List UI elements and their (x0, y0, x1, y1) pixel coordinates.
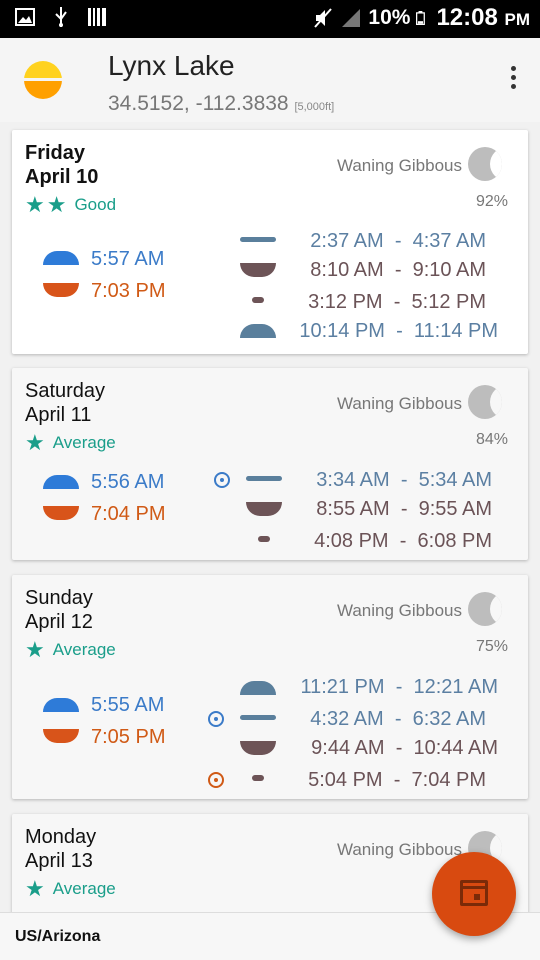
clock-time: 12:08 (436, 4, 498, 31)
app-bar: Lynx Lake 34.5152, -112.3838 [5,000ft] (0, 38, 540, 122)
star-icon: ★ (25, 637, 47, 662)
signal-icon (342, 9, 361, 27)
rating-label: Average (52, 879, 116, 898)
clock: 12:08 PM (436, 4, 530, 32)
major-period-icon (240, 715, 276, 720)
event-time: 4:08 PM - 6:08 PM (314, 530, 492, 552)
coords-text: 34.5152, -112.3838 (108, 92, 289, 115)
sunrise-time: 5:56 AM (91, 471, 165, 493)
timezone-label: US/Arizona (15, 928, 101, 945)
sunset-icon (43, 283, 79, 297)
event-time: 3:12 PM - 5:12 PM (308, 291, 486, 313)
rating: ★★ Good (25, 192, 116, 218)
clock-ampm: PM (504, 10, 531, 29)
sun-logo-icon (24, 61, 62, 99)
sunset-icon (43, 729, 79, 743)
moonset-icon (240, 741, 276, 755)
minor-period-icon (252, 297, 264, 303)
moon-phase-label: Waning Gibbous (336, 156, 462, 175)
solunar-icon (208, 711, 224, 727)
rating: ★ Average (25, 430, 116, 456)
minor-period-icon (252, 775, 264, 781)
star-icon: ★ (25, 876, 47, 901)
moon-illumination: 84% (475, 431, 508, 448)
day-date: April 13 (25, 850, 93, 872)
overflow-menu-icon[interactable] (508, 66, 518, 94)
event-time: 3:34 AM - 5:34 AM (316, 469, 492, 491)
moon-phase-icon (468, 385, 502, 419)
rating-label: Average (52, 640, 116, 659)
major-period-icon (246, 476, 282, 481)
day-name: Monday (25, 826, 97, 848)
image-icon (15, 8, 35, 26)
day-date: April 10 (25, 166, 99, 188)
day-heading: Monday April 13 (25, 825, 96, 873)
minor-period-icon (258, 536, 270, 542)
status-left-icons (14, 6, 108, 28)
sunrise-time: 5:57 AM (91, 248, 165, 270)
moonrise-icon (240, 681, 276, 695)
calendar-button[interactable] (432, 852, 516, 936)
location-coords: 34.5152, -112.3838 [5,000ft] (108, 92, 334, 116)
moon-illumination: 92% (475, 193, 508, 210)
rating: ★ Average (25, 637, 116, 663)
location-title: Lynx Lake (108, 50, 235, 81)
calendar-icon (460, 880, 488, 906)
major-period-icon (240, 237, 276, 242)
event-time: 5:04 PM - 7:04 PM (308, 769, 486, 791)
moon-phase-icon (468, 147, 502, 181)
sunrise-icon (43, 251, 79, 265)
day-heading: Sunday April 12 (25, 586, 93, 634)
day-name: Friday (25, 142, 86, 164)
solunar-icon (214, 472, 230, 488)
sunrise-icon (43, 475, 79, 489)
elevation-text: [5,000ft] (294, 101, 335, 113)
moon-phase-icon (468, 592, 502, 626)
day-name: Saturday (25, 380, 106, 402)
day-date: April 12 (25, 611, 93, 633)
sunset-time: 7:04 PM (91, 503, 166, 525)
day-card-friday[interactable]: Friday April 10 ★★ Good Waning Gibbous 92%… (12, 130, 528, 354)
moon-phase-label: Waning Gibbous (336, 601, 462, 620)
moonrise-icon (240, 324, 276, 338)
moon-phase-label: Waning Gibbous (336, 394, 462, 413)
battery-icon (416, 11, 426, 25)
day-name: Sunday (25, 587, 93, 609)
sunset-icon (43, 506, 79, 520)
rating-label: Good (74, 195, 117, 214)
event-time: 2:37 AM - 4:37 AM (310, 230, 486, 252)
moon-illumination: 75% (475, 638, 508, 655)
status-bar: 10% 12:08 PM (0, 0, 540, 38)
status-right: 10% 12:08 PM (312, 4, 530, 32)
rating: ★ Average (25, 876, 116, 902)
moonset-icon (240, 263, 276, 277)
event-time: 10:14 PM - 11:14 PM (299, 320, 498, 342)
sunset-time: 7:05 PM (91, 726, 166, 748)
day-heading: Saturday April 11 (25, 379, 105, 427)
day-card-sunday[interactable]: Sunday April 12 ★ Average Waning Gibbous 7… (12, 575, 528, 799)
solunar-icon (208, 772, 224, 788)
sunrise-time: 5:55 AM (91, 694, 165, 716)
rating-label: Average (52, 433, 116, 452)
sunrise-icon (43, 698, 79, 712)
day-card-saturday[interactable]: Saturday April 11 ★ Average Waning Gibbous… (12, 368, 528, 560)
star-icon: ★ (25, 430, 47, 455)
battery-percent: 10% (368, 6, 411, 29)
sunset-time: 7:03 PM (91, 280, 166, 302)
star-icon: ★★ (25, 192, 69, 217)
moonset-icon (246, 502, 282, 516)
event-time: 8:10 AM - 9:10 AM (310, 259, 486, 281)
usb-icon (55, 7, 67, 27)
barcode-icon (88, 8, 106, 26)
event-time: 8:55 AM - 9:55 AM (316, 498, 492, 520)
event-time: 4:32 AM - 6:32 AM (310, 708, 486, 730)
moon-phase-label: Waning Gibbous (336, 840, 462, 859)
day-heading: Friday April 10 (25, 141, 98, 189)
event-time: 11:21 PM - 12:21 AM (300, 676, 498, 698)
mute-icon (314, 8, 333, 28)
day-date: April 11 (25, 404, 92, 426)
event-time: 9:44 AM - 10:44 AM (311, 737, 498, 759)
